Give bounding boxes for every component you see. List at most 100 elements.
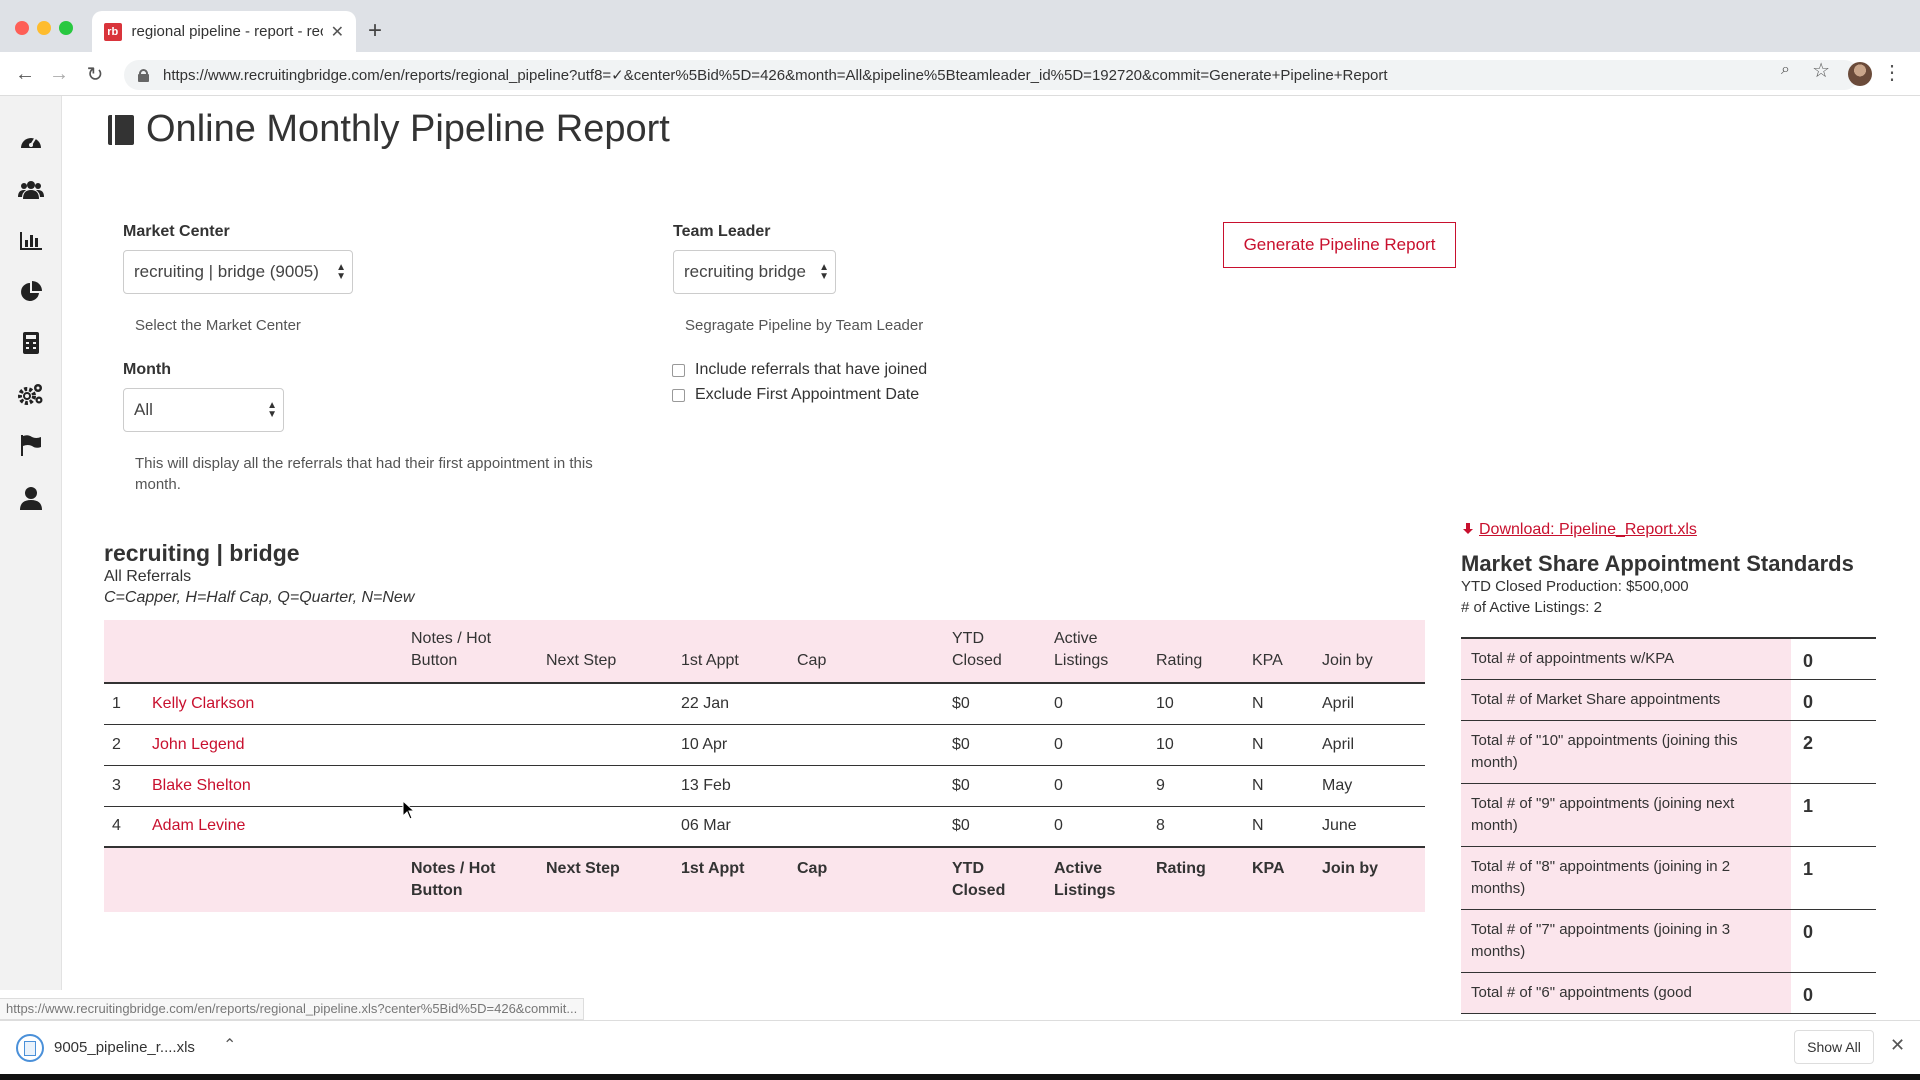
forward-arrow-icon[interactable]: → xyxy=(44,59,74,89)
users-icon[interactable] xyxy=(17,176,45,204)
exclude-first-appt-checkbox[interactable] xyxy=(672,388,685,402)
reload-icon[interactable]: ↻ xyxy=(80,59,110,89)
standards-heading: Market Share Appointment Standards xyxy=(1461,551,1854,576)
standards-label: Total # of Market Share appointments xyxy=(1461,679,1791,721)
row-cap xyxy=(789,765,944,807)
dashboard-icon[interactable] xyxy=(17,126,45,154)
row-join-by: April xyxy=(1314,724,1425,766)
row-join-by: June xyxy=(1314,806,1425,848)
referral-name-link[interactable]: Adam Levine xyxy=(152,817,245,834)
standards-row: Total # of "8" appointments (joining in … xyxy=(1461,846,1876,910)
foot-kpa: KPA xyxy=(1244,847,1314,912)
foot-rating: Rating xyxy=(1148,847,1244,912)
sidebar xyxy=(0,96,62,990)
new-tab-icon[interactable]: + xyxy=(368,19,382,43)
browser-toolbar: ← → ↻ https://www.recruitingbridge.com/e… xyxy=(0,52,1920,96)
market-center-value: recruiting | bridge (9005) xyxy=(134,262,319,281)
row-num: 4 xyxy=(104,806,144,848)
window-close-button[interactable] xyxy=(15,21,29,35)
row-cap xyxy=(789,683,944,725)
month-select[interactable]: All ▲ ▼ xyxy=(123,388,284,432)
market-center-label: Market Center xyxy=(123,223,230,240)
browser-tab[interactable]: rb regional pipeline - report - recr ✕ xyxy=(92,11,356,52)
exclude-first-appt-option[interactable]: Exclude First Appointment Date xyxy=(672,386,919,404)
referral-name-link[interactable]: John Legend xyxy=(152,736,245,753)
active-listings-count: # of Active Listings: 2 xyxy=(1461,599,1602,616)
gears-icon[interactable] xyxy=(17,380,45,408)
foot-name xyxy=(144,847,403,912)
row-first-appt: 22 Jan xyxy=(673,683,789,725)
row-first-appt: 10 Apr xyxy=(673,724,789,766)
row-notes xyxy=(403,765,538,807)
row-rating: 10 xyxy=(1148,683,1244,725)
favicon-icon: rb xyxy=(104,22,122,41)
include-referrals-checkbox[interactable] xyxy=(672,363,685,377)
tab-close-icon[interactable]: ✕ xyxy=(331,22,344,42)
show-all-downloads-button[interactable]: Show All xyxy=(1794,1030,1874,1064)
browser-menu-icon[interactable]: ⋮ xyxy=(1882,60,1902,85)
window-minimize-button[interactable] xyxy=(37,21,51,35)
row-num: 3 xyxy=(104,765,144,807)
standards-value: 1 xyxy=(1791,783,1876,847)
row-kpa: N xyxy=(1244,683,1314,725)
standards-row: Total # of appointments w/KPA 0 xyxy=(1461,638,1876,680)
col-active-listings: Active Listings xyxy=(1046,620,1148,683)
standards-label: Total # of "6" appointments (good xyxy=(1461,972,1791,1014)
foot-cap: Cap xyxy=(789,847,944,912)
include-referrals-option[interactable]: Include referrals that have joined xyxy=(672,361,927,379)
row-ytd-closed: $0 xyxy=(944,806,1046,848)
foot-next-step: Next Step xyxy=(538,847,673,912)
standards-row: Total # of "7" appointments (joining in … xyxy=(1461,909,1876,973)
back-arrow-icon[interactable]: ← xyxy=(10,59,40,89)
download-link-text[interactable]: Download: Pipeline_Report.xls xyxy=(1479,521,1697,539)
bookmark-star-icon[interactable]: ☆ xyxy=(1812,58,1830,83)
page-title: Online Monthly Pipeline Report xyxy=(108,108,670,151)
pie-chart-icon[interactable] xyxy=(17,278,45,306)
month-label: Month xyxy=(123,361,171,378)
window-maximize-button[interactable] xyxy=(59,21,73,35)
row-first-appt: 06 Mar xyxy=(673,806,789,848)
row-rating: 9 xyxy=(1148,765,1244,807)
download-file-name[interactable]: 9005_pipeline_r....xls xyxy=(54,1039,195,1056)
cap-legend: C=Capper, H=Half Cap, Q=Quarter, N=New xyxy=(104,589,415,606)
row-active-listings: 0 xyxy=(1046,724,1148,766)
row-kpa: N xyxy=(1244,724,1314,766)
ytd-closed-production: YTD Closed Production: $500,000 xyxy=(1461,578,1689,595)
table-row: 1 Kelly Clarkson 22 Jan $0 0 10 N April xyxy=(104,683,1425,725)
team-leader-help: Segragate Pipeline by Team Leader xyxy=(685,317,924,334)
standards-label: Total # of "9" appointments (joining nex… xyxy=(1461,783,1791,847)
standards-label: Total # of "8" appointments (joining in … xyxy=(1461,846,1791,910)
flag-icon[interactable] xyxy=(17,431,45,459)
download-report-link[interactable]: Download: Pipeline_Report.xls xyxy=(1461,521,1697,539)
referral-name-link[interactable]: Kelly Clarkson xyxy=(152,695,254,712)
user-icon[interactable] xyxy=(17,484,45,512)
market-center-select[interactable]: recruiting | bridge (9005) ▲ ▼ xyxy=(123,250,353,294)
book-icon xyxy=(108,114,134,145)
download-bar: 9005_pipeline_r....xls ⌃ Show All ✕ xyxy=(0,1020,1920,1074)
report-heading: recruiting | bridge xyxy=(104,540,300,566)
url-text[interactable]: https://www.recruitingbridge.com/en/repo… xyxy=(163,66,1388,84)
bar-chart-icon[interactable] xyxy=(17,227,45,255)
row-kpa: N xyxy=(1244,806,1314,848)
standards-value: 0 xyxy=(1791,909,1876,973)
close-icon[interactable]: ✕ xyxy=(1890,1035,1905,1056)
chevron-up-icon[interactable]: ⌃ xyxy=(223,1035,236,1055)
table-row: 2 John Legend 10 Apr $0 0 10 N April xyxy=(104,724,1425,766)
row-notes xyxy=(403,724,538,766)
standards-label: Total # of "7" appointments (joining in … xyxy=(1461,909,1791,973)
referral-name-link[interactable]: Blake Shelton xyxy=(152,777,251,794)
file-icon[interactable] xyxy=(16,1034,44,1062)
team-leader-select[interactable]: recruiting bridge ▲ ▼ xyxy=(673,250,836,294)
zoom-icon[interactable]: ⌕ xyxy=(1781,61,1790,79)
row-next-step xyxy=(538,683,673,725)
address-bar[interactable]: https://www.recruitingbridge.com/en/repo… xyxy=(124,60,1859,90)
select-arrows-icon: ▲ ▼ xyxy=(267,400,277,420)
calculator-icon[interactable] xyxy=(17,329,45,357)
col-ytd-closed: YTD Closed xyxy=(944,620,1046,683)
generate-report-button[interactable]: Generate Pipeline Report xyxy=(1223,222,1456,268)
profile-avatar[interactable] xyxy=(1848,62,1872,86)
table-footer-row: Notes / Hot Button Next Step 1st Appt Ca… xyxy=(104,847,1425,912)
foot-active-listings: Active Listings xyxy=(1046,847,1148,912)
row-next-step xyxy=(538,806,673,848)
standards-value: 1 xyxy=(1791,846,1876,910)
